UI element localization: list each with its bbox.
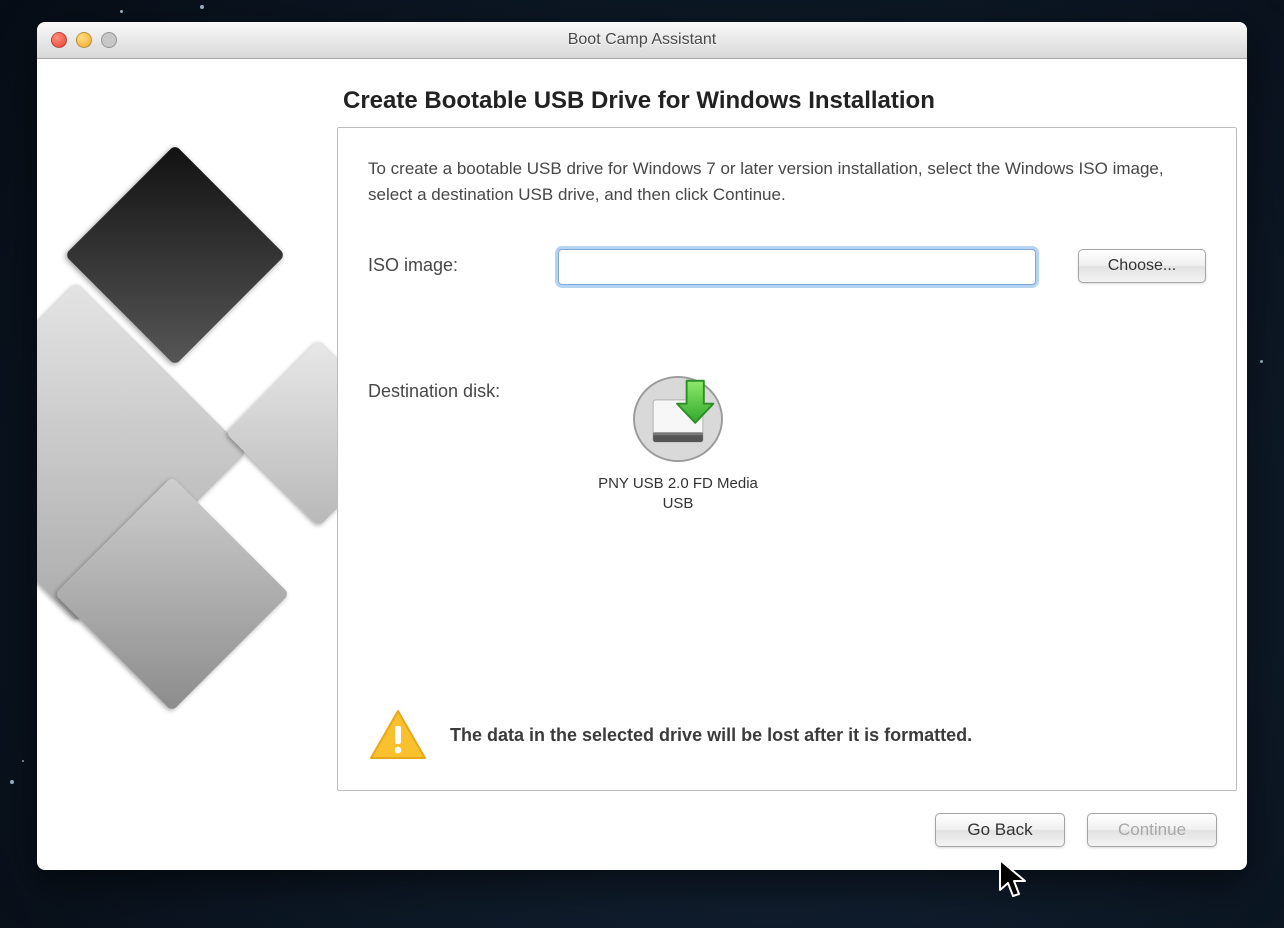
bootcamp-logo bbox=[67, 127, 337, 791]
warning-icon bbox=[368, 708, 428, 762]
go-back-button[interactable]: Go Back bbox=[935, 813, 1065, 847]
destination-label: Destination disk: bbox=[368, 375, 558, 402]
window-title: Boot Camp Assistant bbox=[37, 31, 1247, 49]
choose-button[interactable]: Choose... bbox=[1078, 249, 1206, 283]
destination-disk[interactable]: PNY USB 2.0 FD Media USB bbox=[558, 375, 798, 515]
titlebar: Boot Camp Assistant bbox=[37, 22, 1247, 59]
iso-label: ISO image: bbox=[368, 249, 558, 276]
continue-button[interactable]: Continue bbox=[1087, 813, 1217, 847]
content-panel: To create a bootable USB drive for Windo… bbox=[337, 127, 1237, 791]
disk-name-line2: USB bbox=[558, 494, 798, 514]
intro-text: To create a bootable USB drive for Windo… bbox=[368, 156, 1206, 209]
main-window: Boot Camp Assistant Create Bootable USB … bbox=[37, 22, 1247, 870]
iso-path-input[interactable] bbox=[558, 249, 1036, 285]
page-title: Create Bootable USB Drive for Windows In… bbox=[343, 87, 1217, 115]
warning-text: The data in the selected drive will be l… bbox=[450, 725, 972, 746]
disk-name-line1: PNY USB 2.0 FD Media bbox=[558, 474, 798, 494]
disk-download-icon bbox=[632, 375, 724, 463]
